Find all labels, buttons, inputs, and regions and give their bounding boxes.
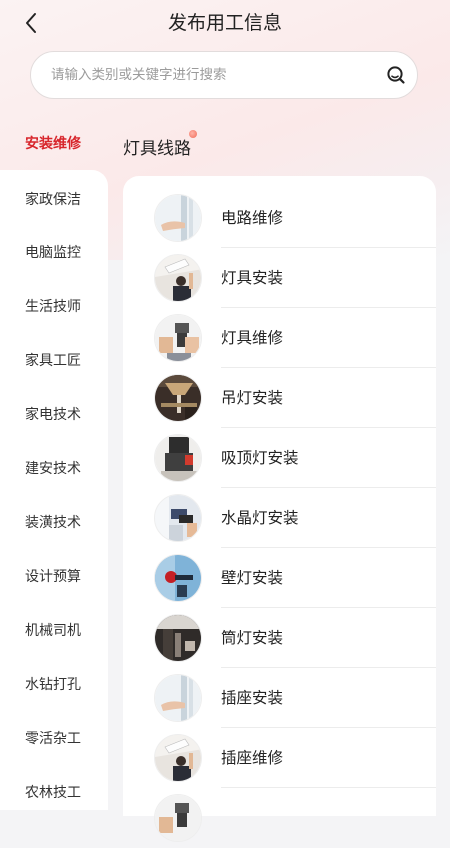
list-item-label: 壁灯安装 [221,569,284,587]
sidebar-item[interactable]: 零活杂工 [25,728,81,748]
list-item-label: 筒灯安装 [221,629,284,647]
lamp-repair-photo-icon [154,794,202,842]
sidebar-item[interactable]: 装潢技术 [25,512,81,532]
search-icon [387,66,405,84]
list-item[interactable]: 吊灯安装 [123,368,436,428]
sidebar-item[interactable]: 水钻打孔 [25,674,81,694]
search-button[interactable] [375,52,417,98]
list-item[interactable]: 灯具维修 [123,308,436,368]
service-list-panel: 电路维修 灯具安装 灯具维修 吊灯安装 吸顶灯安装 水晶灯安装 壁灯安装 筒灯安… [123,176,436,842]
sidebar-item[interactable]: 家政保洁 [25,189,81,209]
sidebar-item[interactable]: 设计预算 [25,566,81,586]
search-input[interactable] [31,51,375,99]
list-item-label: 插座维修 [221,749,284,767]
category-active-install-repair[interactable]: 安装维修 [25,133,81,153]
section-title: 灯具线路 [123,139,191,159]
chandelier-photo-icon [154,374,202,422]
ceiling-light-photo-icon [154,434,202,482]
list-item-label: 吸顶灯安装 [221,449,299,467]
list-item-label: 水晶灯安装 [221,509,299,527]
sidebar-item[interactable]: 电脑监控 [25,242,81,262]
header: 发布用工信息 [0,0,450,46]
crystal-light-photo-icon [154,494,202,542]
page-title: 发布用工信息 [167,12,282,34]
search-bar [30,51,418,99]
list-item[interactable]: 插座维修 [123,728,436,788]
list-item[interactable]: 电路维修 [123,188,436,248]
sidebar-item[interactable]: 家具工匠 [25,350,81,370]
list-item-label: 吊灯安装 [221,389,284,407]
lamp-repair-photo-icon [154,314,202,362]
curtain-hand-photo-icon [154,674,202,722]
section-dot-icon [189,130,197,138]
sidebar-item[interactable]: 机械司机 [25,620,81,640]
list-item[interactable]: 水晶灯安装 [123,488,436,548]
list-item-partial[interactable] [123,788,436,848]
list-item[interactable]: 灯具安装 [123,248,436,308]
back-button[interactable] [16,8,46,38]
sidebar-item[interactable]: 建安技术 [25,458,81,478]
list-item[interactable]: 壁灯安装 [123,548,436,608]
list-item-label: 灯具维修 [221,329,284,347]
list-item-label: 灯具安装 [221,269,284,287]
back-arrow-icon [26,13,36,33]
list-item[interactable]: 插座安装 [123,668,436,728]
wall-light-photo-icon [154,554,202,602]
list-item[interactable]: 吸顶灯安装 [123,428,436,488]
list-item-label: 电路维修 [221,209,284,227]
downlight-photo-icon [154,614,202,662]
category-sidebar: 家政保洁 电脑监控 生活技师 家具工匠 家电技术 建安技术 装潢技术 设计预算 … [0,170,108,810]
lamp-install-photo-icon [154,254,202,302]
curtain-hand-photo-icon [154,194,202,242]
sidebar-item[interactable]: 家电技术 [25,404,81,424]
list-item-label: 插座安装 [221,689,284,707]
sidebar-item[interactable]: 生活技师 [25,296,81,316]
lamp-install-photo-icon [154,734,202,782]
list-item[interactable]: 筒灯安装 [123,608,436,668]
sidebar-item[interactable]: 农林技工 [25,782,81,802]
